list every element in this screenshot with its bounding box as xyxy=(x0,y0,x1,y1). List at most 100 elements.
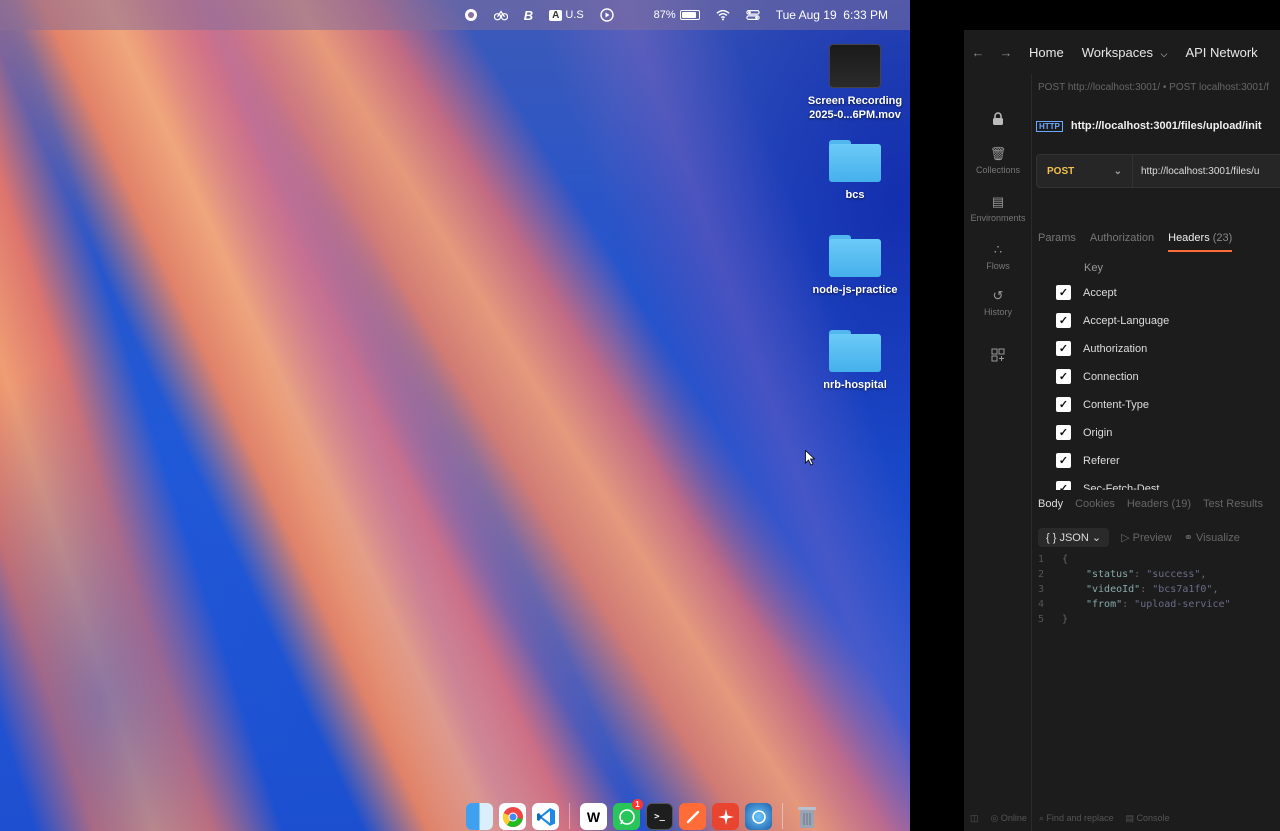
battery-indicator[interactable]: 87% xyxy=(646,0,708,30)
back-arrow-icon[interactable]: ← xyxy=(964,45,992,60)
nav-home[interactable]: Home xyxy=(1020,45,1073,60)
mouse-pointer-icon xyxy=(805,450,815,466)
checkbox-checked-icon[interactable]: ✓ xyxy=(1056,481,1071,490)
forward-arrow-icon[interactable]: → xyxy=(992,45,1020,60)
share-icon: ∴ xyxy=(993,242,1003,257)
lock-icon[interactable] xyxy=(964,112,1032,126)
postman-app: ← → Home Workspaces ⌵ API Network 🗑 Coll… xyxy=(964,30,1280,831)
checkbox-checked-icon[interactable]: ✓ xyxy=(1056,425,1071,440)
tab-authorization[interactable]: Authorization xyxy=(1090,232,1154,252)
json-value: "bcs7a1f0", xyxy=(1152,584,1219,595)
record-status-icon[interactable] xyxy=(456,0,486,30)
header-key: Origin xyxy=(1083,426,1113,439)
trash-can-icon: 🗑 xyxy=(989,146,1007,161)
dock-terminal-icon[interactable]: >_ xyxy=(646,803,673,830)
code-line: 1{ xyxy=(1038,552,1231,567)
nav-workspaces-label: Workspaces xyxy=(1081,44,1153,60)
json-key: "videoId" xyxy=(1086,584,1141,595)
play-icon[interactable] xyxy=(592,0,622,30)
line-number: 4 xyxy=(1038,599,1045,610)
battery-percent: 87% xyxy=(653,9,676,21)
dock: W 1 >_ xyxy=(458,799,828,831)
visualize-label: Visualize xyxy=(1196,532,1240,544)
code-line: 2 "status": "success", xyxy=(1038,569,1207,580)
desktop-folder-bcs[interactable]: bcs xyxy=(800,140,910,202)
sidebar-item-history[interactable]: ↺ History xyxy=(964,288,1032,317)
tab-response-headers[interactable]: Headers (19) xyxy=(1127,498,1191,510)
header-row[interactable]: ✓ Origin xyxy=(1056,425,1112,440)
desktop-file-screen-recording[interactable]: Screen Recording 2025-0...6PM.mov xyxy=(800,44,910,122)
dock-whatsapp-icon[interactable]: 1 xyxy=(613,799,643,830)
visualize-button[interactable]: ⚭ Visualize xyxy=(1184,531,1240,544)
online-label: Online xyxy=(1000,813,1027,823)
header-row[interactable]: ✓ Connection xyxy=(1056,369,1139,384)
input-source-menu[interactable]: A U.S xyxy=(541,0,592,30)
json-value: "success", xyxy=(1146,569,1207,580)
tab-headers-count: (23) xyxy=(1212,232,1233,244)
header-row[interactable]: ✓ Sec-Fetch-Dest xyxy=(1056,481,1159,490)
notification-badge: 1 xyxy=(632,799,643,810)
tab-test-results[interactable]: Test Results xyxy=(1203,498,1263,510)
control-center-icon[interactable] xyxy=(738,0,768,30)
open-request-tabs[interactable]: POST http://localhost:3001/ • POST local… xyxy=(1038,82,1278,93)
menubar-clock[interactable]: Tue Aug 19 6:33 PM xyxy=(768,0,896,30)
header-row[interactable]: ✓ Content-Type xyxy=(1056,397,1149,412)
cycle-app-icon[interactable] xyxy=(486,0,516,30)
nav-workspaces[interactable]: Workspaces ⌵ xyxy=(1073,45,1177,60)
checkbox-checked-icon[interactable]: ✓ xyxy=(1056,453,1071,468)
header-row[interactable]: ✓ Accept xyxy=(1056,285,1117,300)
online-status[interactable]: ◎ Online xyxy=(991,813,1027,824)
dock-postman-icon[interactable] xyxy=(679,803,706,830)
folder-icon xyxy=(829,330,881,372)
checkbox-checked-icon[interactable]: ✓ xyxy=(1056,285,1071,300)
header-row[interactable]: ✓ Referer xyxy=(1056,453,1120,468)
video-thumbnail-icon xyxy=(829,44,881,88)
folder-name: node-js-practice xyxy=(812,284,898,296)
dock-chrome-icon[interactable] xyxy=(499,803,526,830)
console-label: Console xyxy=(1136,813,1170,823)
sidebar-item-flows[interactable]: ∴ Flows xyxy=(964,242,1032,271)
method-label: POST xyxy=(1047,165,1075,177)
line-number: 1 xyxy=(1038,554,1045,565)
input-source-badge: A xyxy=(549,9,563,21)
tab-body[interactable]: Body xyxy=(1038,498,1063,510)
grid-apps-icon[interactable] xyxy=(964,348,1032,362)
header-row[interactable]: ✓ Accept-Language xyxy=(1056,313,1169,328)
format-select[interactable]: { } JSON ⌄ xyxy=(1038,528,1110,547)
dock-vscode-icon[interactable] xyxy=(532,803,559,830)
sidebar-item-environments[interactable]: ▤ Environments xyxy=(964,194,1032,223)
request-title-text: http://localhost:3001/files/upload/init xyxy=(1070,120,1262,132)
dock-webstorm-icon[interactable]: W xyxy=(580,803,607,830)
preview-button[interactable]: ▷ Preview xyxy=(1121,531,1172,544)
dock-separator xyxy=(569,803,570,829)
checkbox-checked-icon[interactable]: ✓ xyxy=(1056,313,1071,328)
dock-finder-icon[interactable] xyxy=(466,803,493,830)
nav-api-network[interactable]: API Network xyxy=(1176,45,1266,60)
desktop-wallpaper: B A U.S 87% Tue Aug 19 6:33 PM Screen Re… xyxy=(0,0,910,831)
checkbox-checked-icon[interactable]: ✓ xyxy=(1056,397,1071,412)
desktop-folder-nrb-hospital[interactable]: nrb-hospital xyxy=(800,330,910,392)
response-body[interactable]: 1{2 "status": "success", 3 "videoId": "bcs7… xyxy=(1038,552,1231,627)
sidebar-toggle-icon[interactable]: ◫ xyxy=(970,813,979,824)
response-tabs: Body Cookies Headers (19) Test Results xyxy=(1038,498,1263,510)
header-row[interactable]: ✓ Authorization xyxy=(1056,341,1147,356)
tab-params[interactable]: Params xyxy=(1038,232,1076,252)
dock-spark-icon[interactable] xyxy=(712,803,739,830)
url-input[interactable]: http://localhost:3001/files/u xyxy=(1133,166,1259,177)
desktop-folder-node-js-practice[interactable]: node-js-practice xyxy=(800,235,910,297)
dock-trash-icon[interactable] xyxy=(793,803,820,830)
sidebar-item-collections[interactable]: 🗑 Collections xyxy=(964,146,1032,175)
tab-cookies[interactable]: Cookies xyxy=(1075,498,1115,510)
app-b-icon[interactable]: B xyxy=(516,0,541,30)
document-icon: ▤ xyxy=(991,194,1005,209)
console-button[interactable]: ▤ Console xyxy=(1125,813,1169,824)
sidebar-item-label: History xyxy=(983,307,1012,317)
method-select[interactable]: POST ⌄ xyxy=(1037,155,1133,187)
wifi-icon[interactable] xyxy=(708,0,738,30)
dock-proxyman-icon[interactable] xyxy=(745,803,772,830)
checkbox-checked-icon[interactable]: ✓ xyxy=(1056,341,1071,356)
find-replace-button[interactable]: ⌕ Find and replace xyxy=(1039,813,1114,824)
request-title: HTTP http://localhost:3001/files/upload/… xyxy=(1036,120,1262,132)
tab-headers[interactable]: Headers (23) xyxy=(1168,232,1233,252)
checkbox-checked-icon[interactable]: ✓ xyxy=(1056,369,1071,384)
